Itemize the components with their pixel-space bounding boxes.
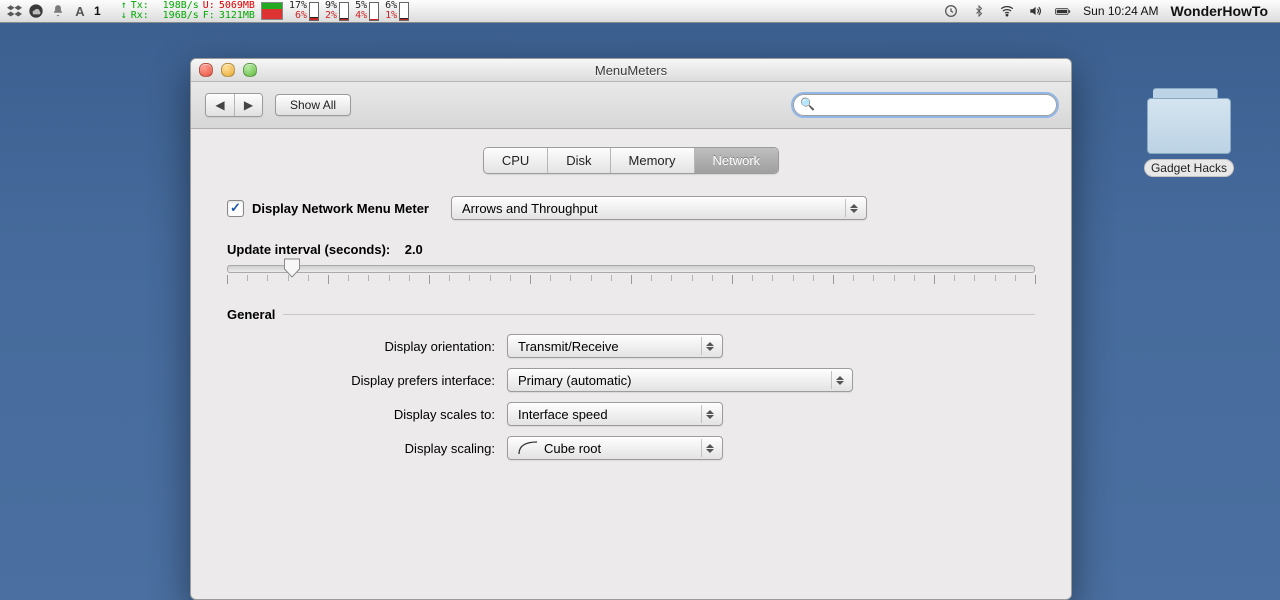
display-mode-value: Arrows and Throughput — [462, 201, 598, 216]
zoom-button[interactable] — [243, 63, 257, 77]
folder-icon — [1147, 88, 1231, 154]
volume-icon[interactable] — [1027, 3, 1043, 19]
chevron-updown-icon — [831, 371, 848, 389]
toolbar: ◀ ▶ Show All 🔍 — [191, 82, 1071, 129]
window-title: MenuMeters — [595, 63, 667, 78]
tab-network[interactable]: Network — [694, 148, 779, 173]
mem-meter[interactable] — [261, 2, 283, 20]
dropbox-icon[interactable] — [6, 3, 22, 19]
close-button[interactable] — [199, 63, 213, 77]
back-button[interactable]: ◀ — [206, 94, 234, 116]
scaling-select[interactable]: Cube root — [507, 436, 723, 460]
cpu-core: 6%1% — [385, 1, 409, 21]
chevron-updown-icon — [845, 199, 862, 217]
creative-cloud-icon[interactable] — [28, 3, 44, 19]
clock[interactable]: Sun 10:24 AM — [1083, 4, 1158, 18]
scales-to-value: Interface speed — [518, 407, 608, 422]
tab-disk[interactable]: Disk — [547, 148, 609, 173]
checkbox-checked-icon: ✓ — [227, 200, 244, 217]
slider-ticks — [227, 275, 1035, 285]
divider — [283, 314, 1035, 315]
net-meter[interactable]: ↑Tx:198B/s U:5069MB ↓Rx:196B/s F:3121MB — [121, 1, 255, 21]
forward-button[interactable]: ▶ — [234, 94, 262, 116]
battery-icon[interactable] — [1055, 3, 1071, 19]
search-field[interactable]: 🔍 — [793, 94, 1057, 116]
display-meter-label: Display Network Menu Meter — [252, 201, 429, 216]
titlebar[interactable]: MenuMeters — [191, 59, 1071, 82]
menubar: A 1 ↑Tx:198B/s U:5069MB ↓Rx:196B/s F:312… — [0, 0, 1280, 22]
adobe-icon[interactable]: A — [72, 3, 88, 19]
search-input[interactable] — [793, 94, 1057, 116]
orientation-label: Display orientation: — [227, 339, 507, 354]
nav-back-forward: ◀ ▶ — [205, 93, 263, 117]
prefers-interface-value: Primary (automatic) — [518, 373, 631, 388]
search-icon: 🔍 — [800, 97, 815, 111]
cpu-core: 9%2% — [325, 1, 349, 21]
interval-value: 2.0 — [405, 242, 423, 257]
show-all-button[interactable]: Show All — [275, 94, 351, 116]
cpu-meter[interactable]: 17%6% 9%2% 5%4% 6%1% — [289, 1, 409, 21]
adobe-count: 1 — [94, 4, 101, 18]
tab-cpu[interactable]: CPU — [484, 148, 547, 173]
chevron-updown-icon — [701, 439, 718, 457]
cpu-core: 17%6% — [289, 1, 319, 21]
orientation-select[interactable]: Transmit/Receive — [507, 334, 723, 358]
orientation-value: Transmit/Receive — [518, 339, 619, 354]
interval-label: Update interval (seconds): — [227, 242, 390, 257]
interval-slider[interactable] — [227, 265, 1035, 273]
display-mode-select[interactable]: Arrows and Throughput — [451, 196, 867, 220]
prefers-interface-select[interactable]: Primary (automatic) — [507, 368, 853, 392]
folder-label: Gadget Hacks — [1145, 160, 1233, 176]
prefers-interface-label: Display prefers interface: — [227, 373, 507, 388]
desktop-folder[interactable]: Gadget Hacks — [1134, 88, 1244, 176]
curve-icon — [518, 441, 538, 455]
chevron-updown-icon — [701, 337, 718, 355]
tab-memory[interactable]: Memory — [610, 148, 694, 173]
prefs-tabs: CPU Disk Memory Network — [221, 147, 1041, 174]
preferences-window: MenuMeters ◀ ▶ Show All 🔍 CPU Disk Memor… — [190, 58, 1072, 600]
cpu-core: 5%4% — [355, 1, 379, 21]
scaling-label: Display scaling: — [227, 441, 507, 456]
scales-to-select[interactable]: Interface speed — [507, 402, 723, 426]
timemachine-icon[interactable] — [943, 3, 959, 19]
bluetooth-icon[interactable] — [971, 3, 987, 19]
scales-to-label: Display scales to: — [227, 407, 507, 422]
display-meter-checkbox[interactable]: ✓ Display Network Menu Meter — [227, 200, 429, 217]
minimize-button[interactable] — [221, 63, 235, 77]
general-header: General — [227, 307, 275, 322]
scaling-value: Cube root — [544, 441, 601, 456]
wifi-icon[interactable] — [999, 3, 1015, 19]
notification-bell-icon[interactable] — [50, 3, 66, 19]
active-app[interactable]: WonderHowTo — [1171, 3, 1268, 19]
chevron-updown-icon — [701, 405, 718, 423]
